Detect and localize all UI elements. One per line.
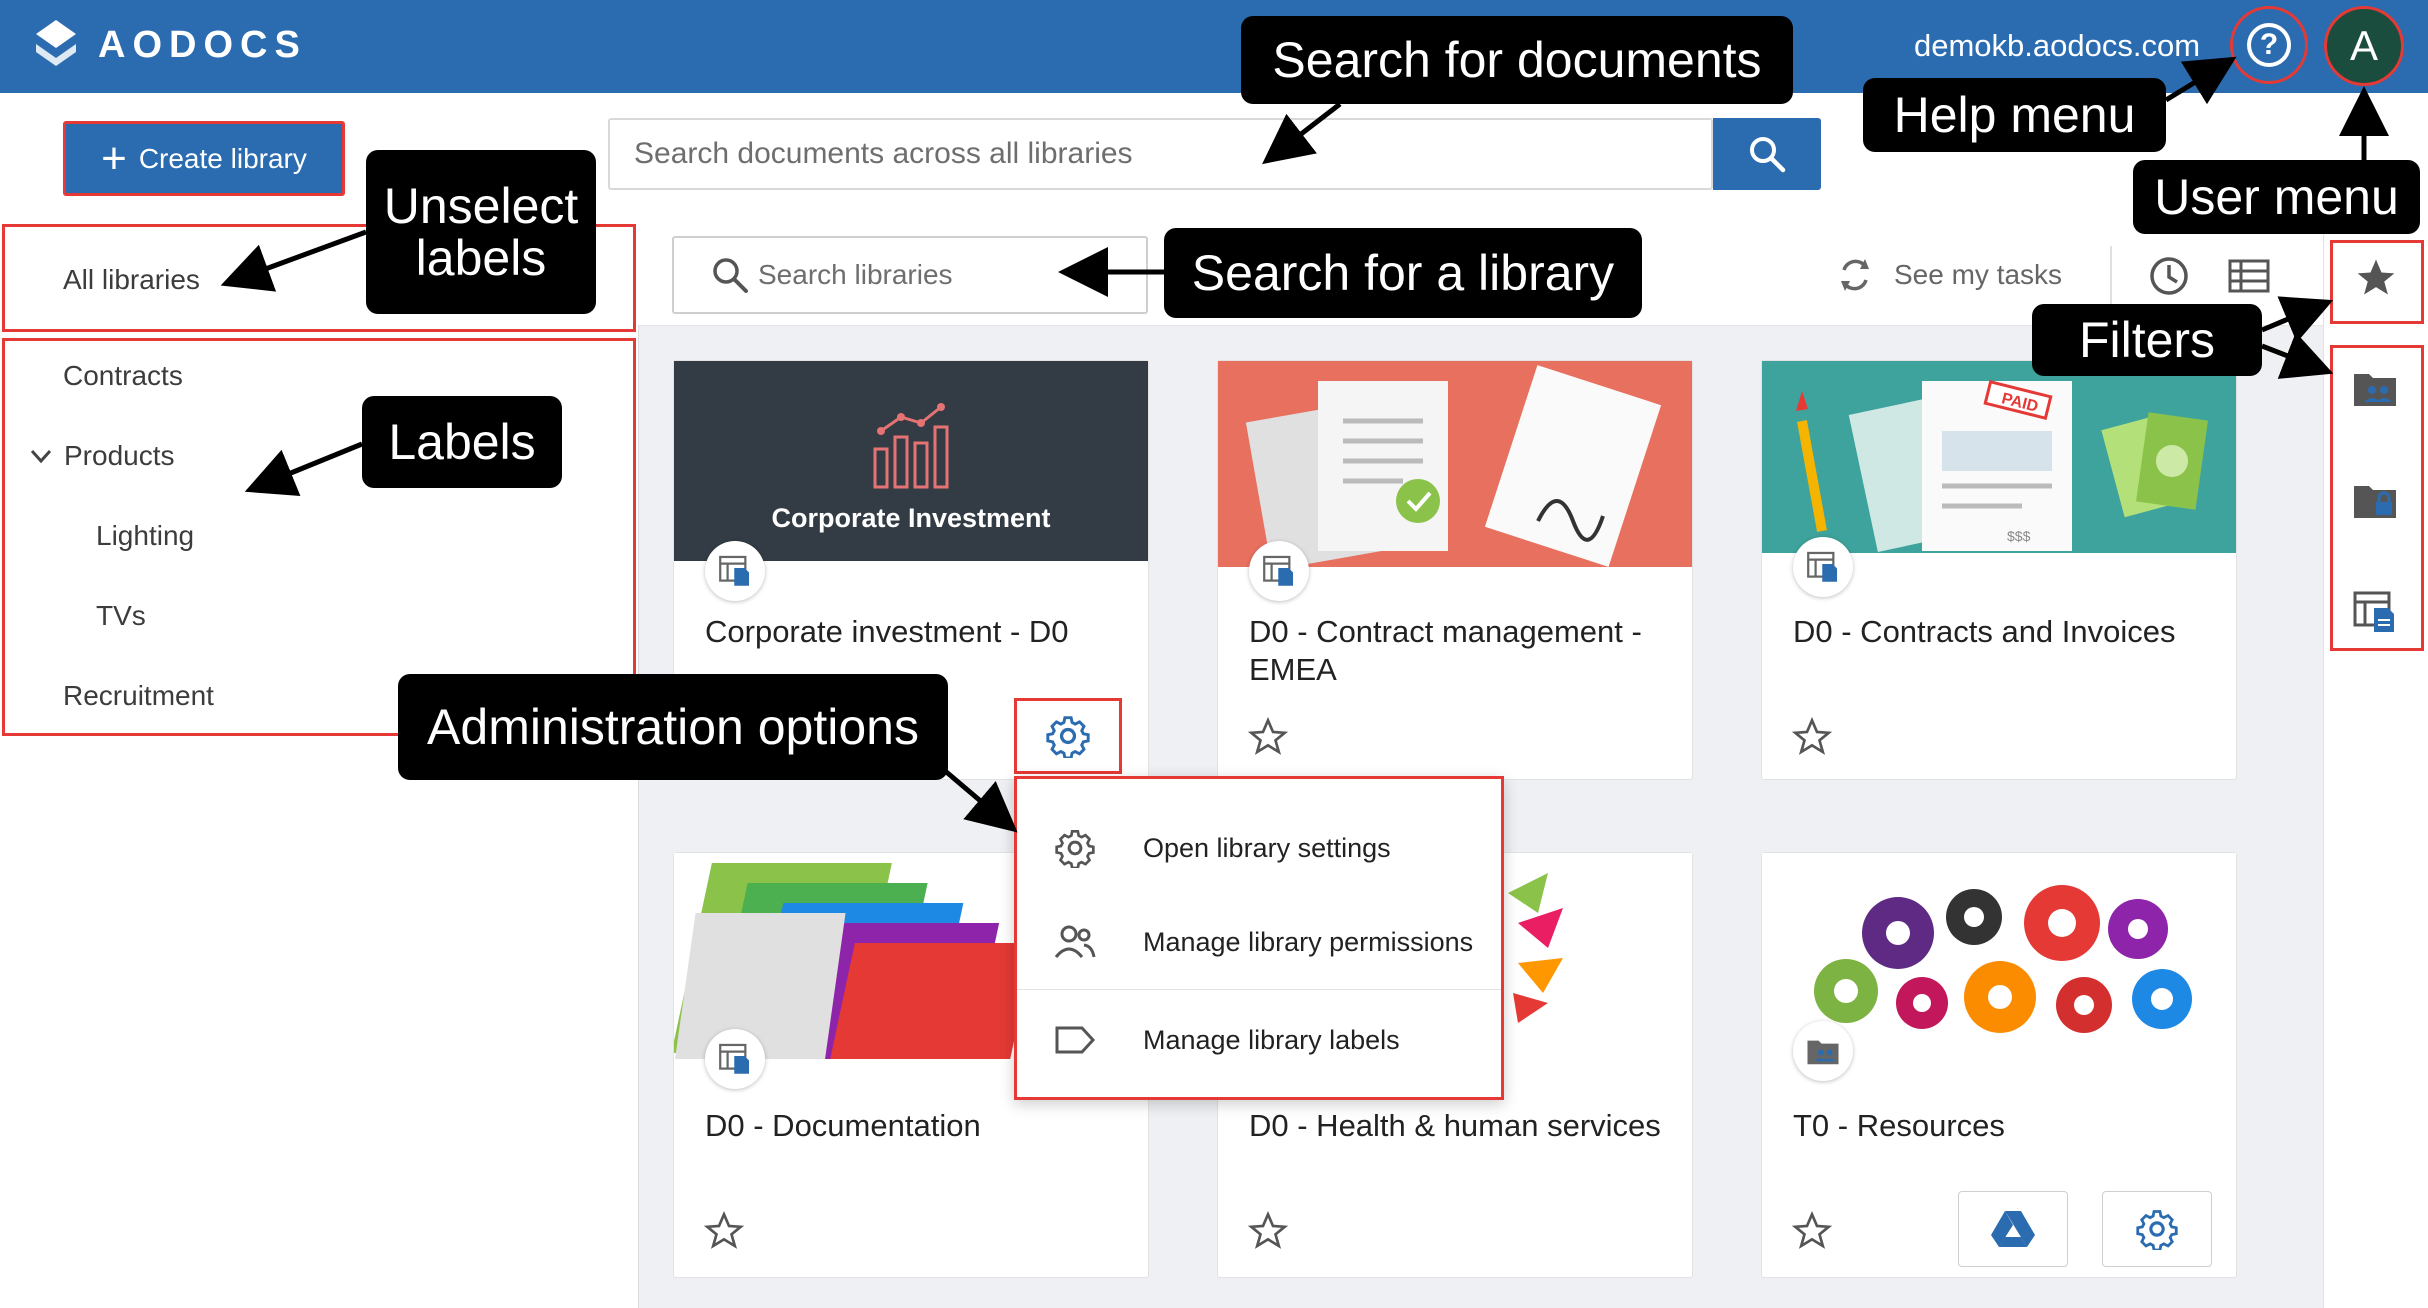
card-image-caption: Corporate Investment bbox=[771, 503, 1051, 533]
people-icon bbox=[1047, 925, 1103, 959]
card-image bbox=[1218, 361, 1692, 567]
gear-icon bbox=[1047, 828, 1103, 868]
menu-item-label: Manage library labels bbox=[1143, 1024, 1400, 1055]
bar-chart-icon bbox=[873, 403, 949, 489]
document-search-input[interactable] bbox=[610, 120, 1711, 188]
callout-unselect-labels: Unselect labels bbox=[366, 150, 596, 314]
star-outline-icon[interactable] bbox=[704, 1211, 744, 1251]
callout-user-menu: User menu bbox=[2133, 160, 2420, 234]
star-outline-icon[interactable] bbox=[1248, 1211, 1288, 1251]
menu-item-label: Manage library permissions bbox=[1143, 926, 1474, 957]
card-title[interactable]: D0 - Contract management - EMEA bbox=[1249, 613, 1669, 689]
toolbar-divider bbox=[2110, 246, 2112, 304]
contract-illustration bbox=[1245, 365, 1662, 567]
library-search-input[interactable] bbox=[750, 238, 1146, 312]
document-library-icon bbox=[719, 1043, 750, 1074]
card-image: Corporate Investment bbox=[674, 361, 1148, 561]
help-button[interactable]: ? bbox=[2230, 6, 2308, 84]
aodocs-logo-icon bbox=[36, 20, 76, 66]
menu-item-manage-permissions[interactable]: Manage library permissions bbox=[1017, 897, 1501, 987]
domain-label: demokb.aodocs.com bbox=[1914, 28, 2201, 63]
aodocs-logo[interactable]: AODOCS bbox=[36, 20, 307, 70]
callout-labels: Labels bbox=[362, 396, 562, 488]
library-type-badge bbox=[705, 1029, 765, 1089]
menu-item-label: Open library settings bbox=[1143, 832, 1391, 863]
see-my-tasks-button[interactable]: See my tasks bbox=[1836, 256, 2062, 294]
library-settings-button[interactable] bbox=[2102, 1191, 2212, 1267]
create-library-button[interactable]: + Create library bbox=[63, 121, 345, 196]
library-card[interactable]: T0 - Resources bbox=[1761, 852, 2237, 1278]
search-icon bbox=[713, 258, 748, 293]
callout-help-menu: Help menu bbox=[1863, 78, 2166, 152]
star-outline-icon[interactable] bbox=[1792, 717, 1832, 757]
library-card[interactable]: D0 - Contract management - EMEA bbox=[1217, 360, 1693, 780]
secure-folder-icon[interactable] bbox=[2352, 480, 2398, 520]
menu-item-manage-labels[interactable]: Manage library labels bbox=[1017, 995, 1501, 1085]
callout-search-documents: Search for documents bbox=[1241, 16, 1793, 104]
google-drive-icon bbox=[1991, 1211, 2035, 1247]
document-library-icon bbox=[719, 555, 750, 586]
clock-icon[interactable] bbox=[2148, 255, 2190, 297]
library-type-badge bbox=[1249, 541, 1309, 601]
card-title[interactable]: D0 - Documentation bbox=[705, 1107, 1125, 1145]
library-admin-menu: Open library settings Manage library per… bbox=[1014, 776, 1504, 1100]
document-library-icon[interactable] bbox=[2352, 590, 2398, 634]
invoice-illustration: PAID $$$ bbox=[1796, 380, 2208, 552]
invoice-amount: $$$ bbox=[2007, 528, 2031, 544]
document-library-icon bbox=[1263, 555, 1294, 586]
logo-text: AODOCS bbox=[98, 23, 307, 66]
library-search-box bbox=[672, 236, 1148, 314]
callout-filters: Filters bbox=[2032, 304, 2262, 376]
star-outline-icon[interactable] bbox=[1792, 1211, 1832, 1251]
shared-folder-icon[interactable] bbox=[2352, 368, 2398, 408]
library-type-badge bbox=[705, 541, 765, 601]
callout-search-library: Search for a library bbox=[1164, 228, 1642, 318]
list-view-icon[interactable] bbox=[2228, 258, 2270, 294]
library-card[interactable]: PAID $$$ D0 - Contracts and Invoices bbox=[1761, 360, 2237, 780]
star-outline-icon[interactable] bbox=[1248, 717, 1288, 757]
library-type-badge bbox=[1793, 1021, 1853, 1081]
card-title[interactable]: Corporate investment - D0 bbox=[705, 613, 1125, 651]
plus-icon: + bbox=[101, 133, 127, 183]
create-library-label: Create library bbox=[138, 142, 307, 174]
help-icon: ? bbox=[2247, 23, 2291, 67]
document-search-button[interactable] bbox=[1713, 118, 1821, 190]
library-type-badge bbox=[1793, 537, 1853, 597]
open-drive-button[interactable] bbox=[1958, 1191, 2068, 1267]
gear-icon bbox=[2136, 1210, 2178, 1250]
library-settings-button[interactable] bbox=[1014, 698, 1122, 774]
callout-administration-options: Administration options bbox=[398, 674, 948, 780]
gear-icon bbox=[1046, 716, 1090, 758]
card-image: PAID $$$ bbox=[1762, 361, 2236, 553]
card-title[interactable]: D0 - Contracts and Invoices bbox=[1793, 613, 2213, 651]
menu-item-open-library-settings[interactable]: Open library settings bbox=[1017, 803, 1501, 893]
shared-folder-icon bbox=[1807, 1040, 1839, 1065]
card-title[interactable]: D0 - Health & human services bbox=[1249, 1107, 1669, 1145]
menu-divider bbox=[1017, 989, 1501, 990]
search-icon bbox=[1750, 137, 1786, 173]
star-filled-icon[interactable] bbox=[2354, 256, 2398, 300]
label-icon bbox=[1047, 1025, 1103, 1055]
document-search-box bbox=[608, 118, 1713, 190]
document-library-icon bbox=[1807, 551, 1838, 582]
sync-icon bbox=[1841, 259, 1869, 291]
card-title[interactable]: T0 - Resources bbox=[1793, 1107, 2213, 1145]
see-my-tasks-label: See my tasks bbox=[1894, 259, 2063, 290]
user-avatar[interactable]: A bbox=[2324, 6, 2404, 86]
